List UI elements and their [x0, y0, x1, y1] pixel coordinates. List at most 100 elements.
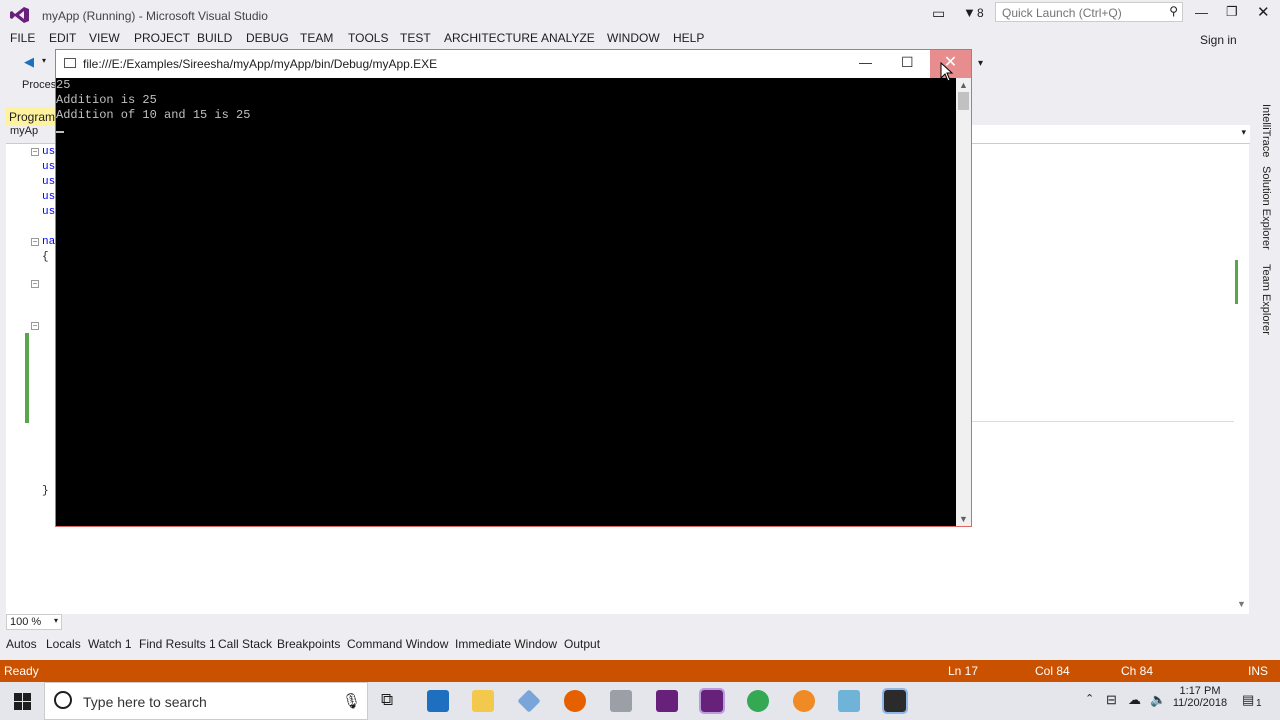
feedback-icon[interactable]: ▭	[932, 5, 945, 22]
vs-title-bar: myApp (Running) - Microsoft Visual Studi…	[0, 0, 1280, 30]
console-maximize-button[interactable]: ☐	[901, 54, 914, 71]
scrollbar-thumb[interactable]	[958, 92, 969, 110]
chevron-down-icon: ▾	[53, 616, 58, 625]
tab-output[interactable]: Output	[564, 637, 600, 651]
system-clock[interactable]: 1:17 PM 11/20/2018	[1168, 685, 1232, 709]
console-output[interactable]: 25 Addition is 25 Addition of 10 and 15 …	[56, 78, 956, 526]
console-line: Addition is 25	[56, 93, 157, 107]
quick-launch-input[interactable]	[1000, 4, 1164, 22]
menu-help[interactable]: HELP	[673, 31, 704, 45]
menu-debug[interactable]: DEBUG	[246, 31, 289, 45]
tab-team-explorer[interactable]: Team Explorer	[1260, 264, 1272, 335]
code-line: }	[42, 485, 49, 497]
collapse-icon[interactable]: −	[31, 280, 39, 288]
chevron-up-icon[interactable]: ⌃	[1085, 692, 1094, 705]
sign-in-link[interactable]: Sign in	[1200, 33, 1237, 47]
tool-window-tabs: Autos Locals Watch 1 Find Results 1 Call…	[0, 633, 1280, 655]
chrome-icon[interactable]	[747, 690, 769, 712]
status-insert-mode: INS	[1248, 664, 1269, 678]
console-cursor	[56, 131, 64, 133]
menu-edit[interactable]: EDIT	[49, 31, 76, 45]
microphone-icon[interactable]: 🎙	[342, 692, 361, 710]
back-icon[interactable]: ◀	[24, 54, 34, 70]
side-tool-tabs: IntelliTrace Solution Explorer Team Expl…	[1256, 100, 1278, 340]
tab-immediate-window[interactable]: Immediate Window	[455, 637, 557, 651]
scroll-up-icon[interactable]: ▲	[959, 80, 968, 90]
console-app-taskbar-icon[interactable]	[882, 688, 908, 714]
scroll-down-icon[interactable]: ▼	[959, 514, 968, 524]
tab-watch-1[interactable]: Watch 1	[88, 637, 132, 651]
tab-call-stack[interactable]: Call Stack	[218, 637, 272, 651]
vscode-icon[interactable]	[427, 690, 449, 712]
tab-locals[interactable]: Locals	[46, 637, 81, 651]
console-window[interactable]: file:///E:/Examples/Sireesha/myApp/myApp…	[55, 49, 972, 527]
menu-team[interactable]: TEAM	[300, 31, 333, 45]
process-label: Proces	[22, 79, 57, 91]
code-line: us	[42, 146, 56, 158]
scroll-down-icon[interactable]: ▼	[1237, 599, 1246, 609]
restore-button[interactable]: ❐	[1226, 4, 1238, 20]
toolbar-overflow-icon[interactable]: ▾	[978, 58, 983, 69]
settings-app-icon[interactable]	[793, 690, 815, 712]
cloud-icon[interactable]: ☁	[1128, 692, 1141, 708]
scrollbar-change-marker	[1235, 260, 1238, 304]
search-icon: ⚲	[1169, 4, 1178, 18]
console-scrollbar[interactable]: ▲ ▼	[956, 78, 971, 526]
collapse-icon[interactable]: −	[31, 322, 39, 330]
volume-icon[interactable]: 🔈	[1150, 692, 1166, 708]
quick-launch-box[interactable]: ⚲	[995, 2, 1183, 22]
clock-time: 1:17 PM	[1179, 685, 1221, 697]
tool-icon[interactable]	[610, 690, 632, 712]
window-title: myApp (Running) - Microsoft Visual Studi…	[42, 9, 268, 23]
menu-view[interactable]: VIEW	[89, 31, 120, 45]
firefox-icon[interactable]	[564, 690, 586, 712]
network-icon[interactable]: ⊟	[1106, 692, 1117, 708]
menu-file[interactable]: FILE	[10, 31, 35, 45]
notepad-icon[interactable]	[838, 690, 860, 712]
console-line: 25	[56, 78, 71, 92]
code-line: us	[42, 176, 56, 188]
console-minimize-button[interactable]: —	[859, 55, 872, 70]
tab-breakpoints[interactable]: Breakpoints	[277, 637, 340, 651]
zoom-dropdown[interactable]: 100 % ▾	[6, 614, 62, 630]
file-explorer-icon[interactable]	[472, 690, 494, 712]
menu-analyze[interactable]: ANALYZE	[541, 31, 595, 45]
console-title: file:///E:/Examples/Sireesha/myApp/myApp…	[83, 57, 438, 71]
tab-command-window[interactable]: Command Window	[347, 637, 448, 651]
menu-project[interactable]: PROJECT	[134, 31, 190, 45]
action-center-icon[interactable]: ▤	[1242, 692, 1254, 708]
taskbar-search-box[interactable]: Type here to search 🎙	[44, 682, 368, 720]
console-title-bar[interactable]: file:///E:/Examples/Sireesha/myApp/myApp…	[56, 50, 971, 78]
tab-find-results-1[interactable]: Find Results 1	[139, 637, 216, 651]
minimize-button[interactable]: —	[1195, 5, 1208, 20]
tab-solution-explorer[interactable]: Solution Explorer	[1260, 166, 1272, 250]
status-ready: Ready	[4, 664, 39, 678]
member-dropdown[interactable]: ▾	[972, 125, 1250, 144]
visual-studio-icon[interactable]	[656, 690, 678, 712]
collapse-icon[interactable]: −	[31, 238, 39, 246]
chevron-down-icon: ▾	[1241, 127, 1246, 137]
code-line: us	[42, 206, 56, 218]
document-tab[interactable]: Program.	[6, 107, 58, 125]
task-view-icon[interactable]: ⧉	[381, 690, 393, 710]
tab-autos[interactable]: Autos	[6, 637, 37, 651]
menu-window[interactable]: WINDOW	[607, 31, 660, 45]
app-icon[interactable]	[517, 689, 541, 713]
status-line: Ln 17	[948, 664, 979, 678]
mouse-cursor-icon	[940, 62, 954, 82]
notification-badge: 1	[1256, 698, 1262, 709]
collapse-icon[interactable]: −	[31, 148, 39, 156]
visual-studio-active-icon[interactable]	[699, 688, 725, 714]
menu-test[interactable]: TEST	[400, 31, 431, 45]
status-bar: Ready Ln 17 Col 84 Ch 84 INS	[0, 660, 1280, 682]
menu-tools[interactable]: TOOLS	[348, 31, 388, 45]
navigation-dropdown[interactable]: myAp	[6, 125, 56, 141]
tab-intellitrace[interactable]: IntelliTrace	[1260, 104, 1272, 157]
status-column: Col 84	[1035, 664, 1070, 678]
chevron-down-icon[interactable]: ▾	[42, 56, 46, 65]
windows-start-icon[interactable]	[14, 693, 31, 710]
menu-build[interactable]: BUILD	[197, 31, 232, 45]
filter-icon[interactable]: ▼	[963, 5, 976, 20]
close-button[interactable]: ✕	[1257, 3, 1270, 21]
menu-architecture[interactable]: ARCHITECTURE	[444, 31, 538, 45]
